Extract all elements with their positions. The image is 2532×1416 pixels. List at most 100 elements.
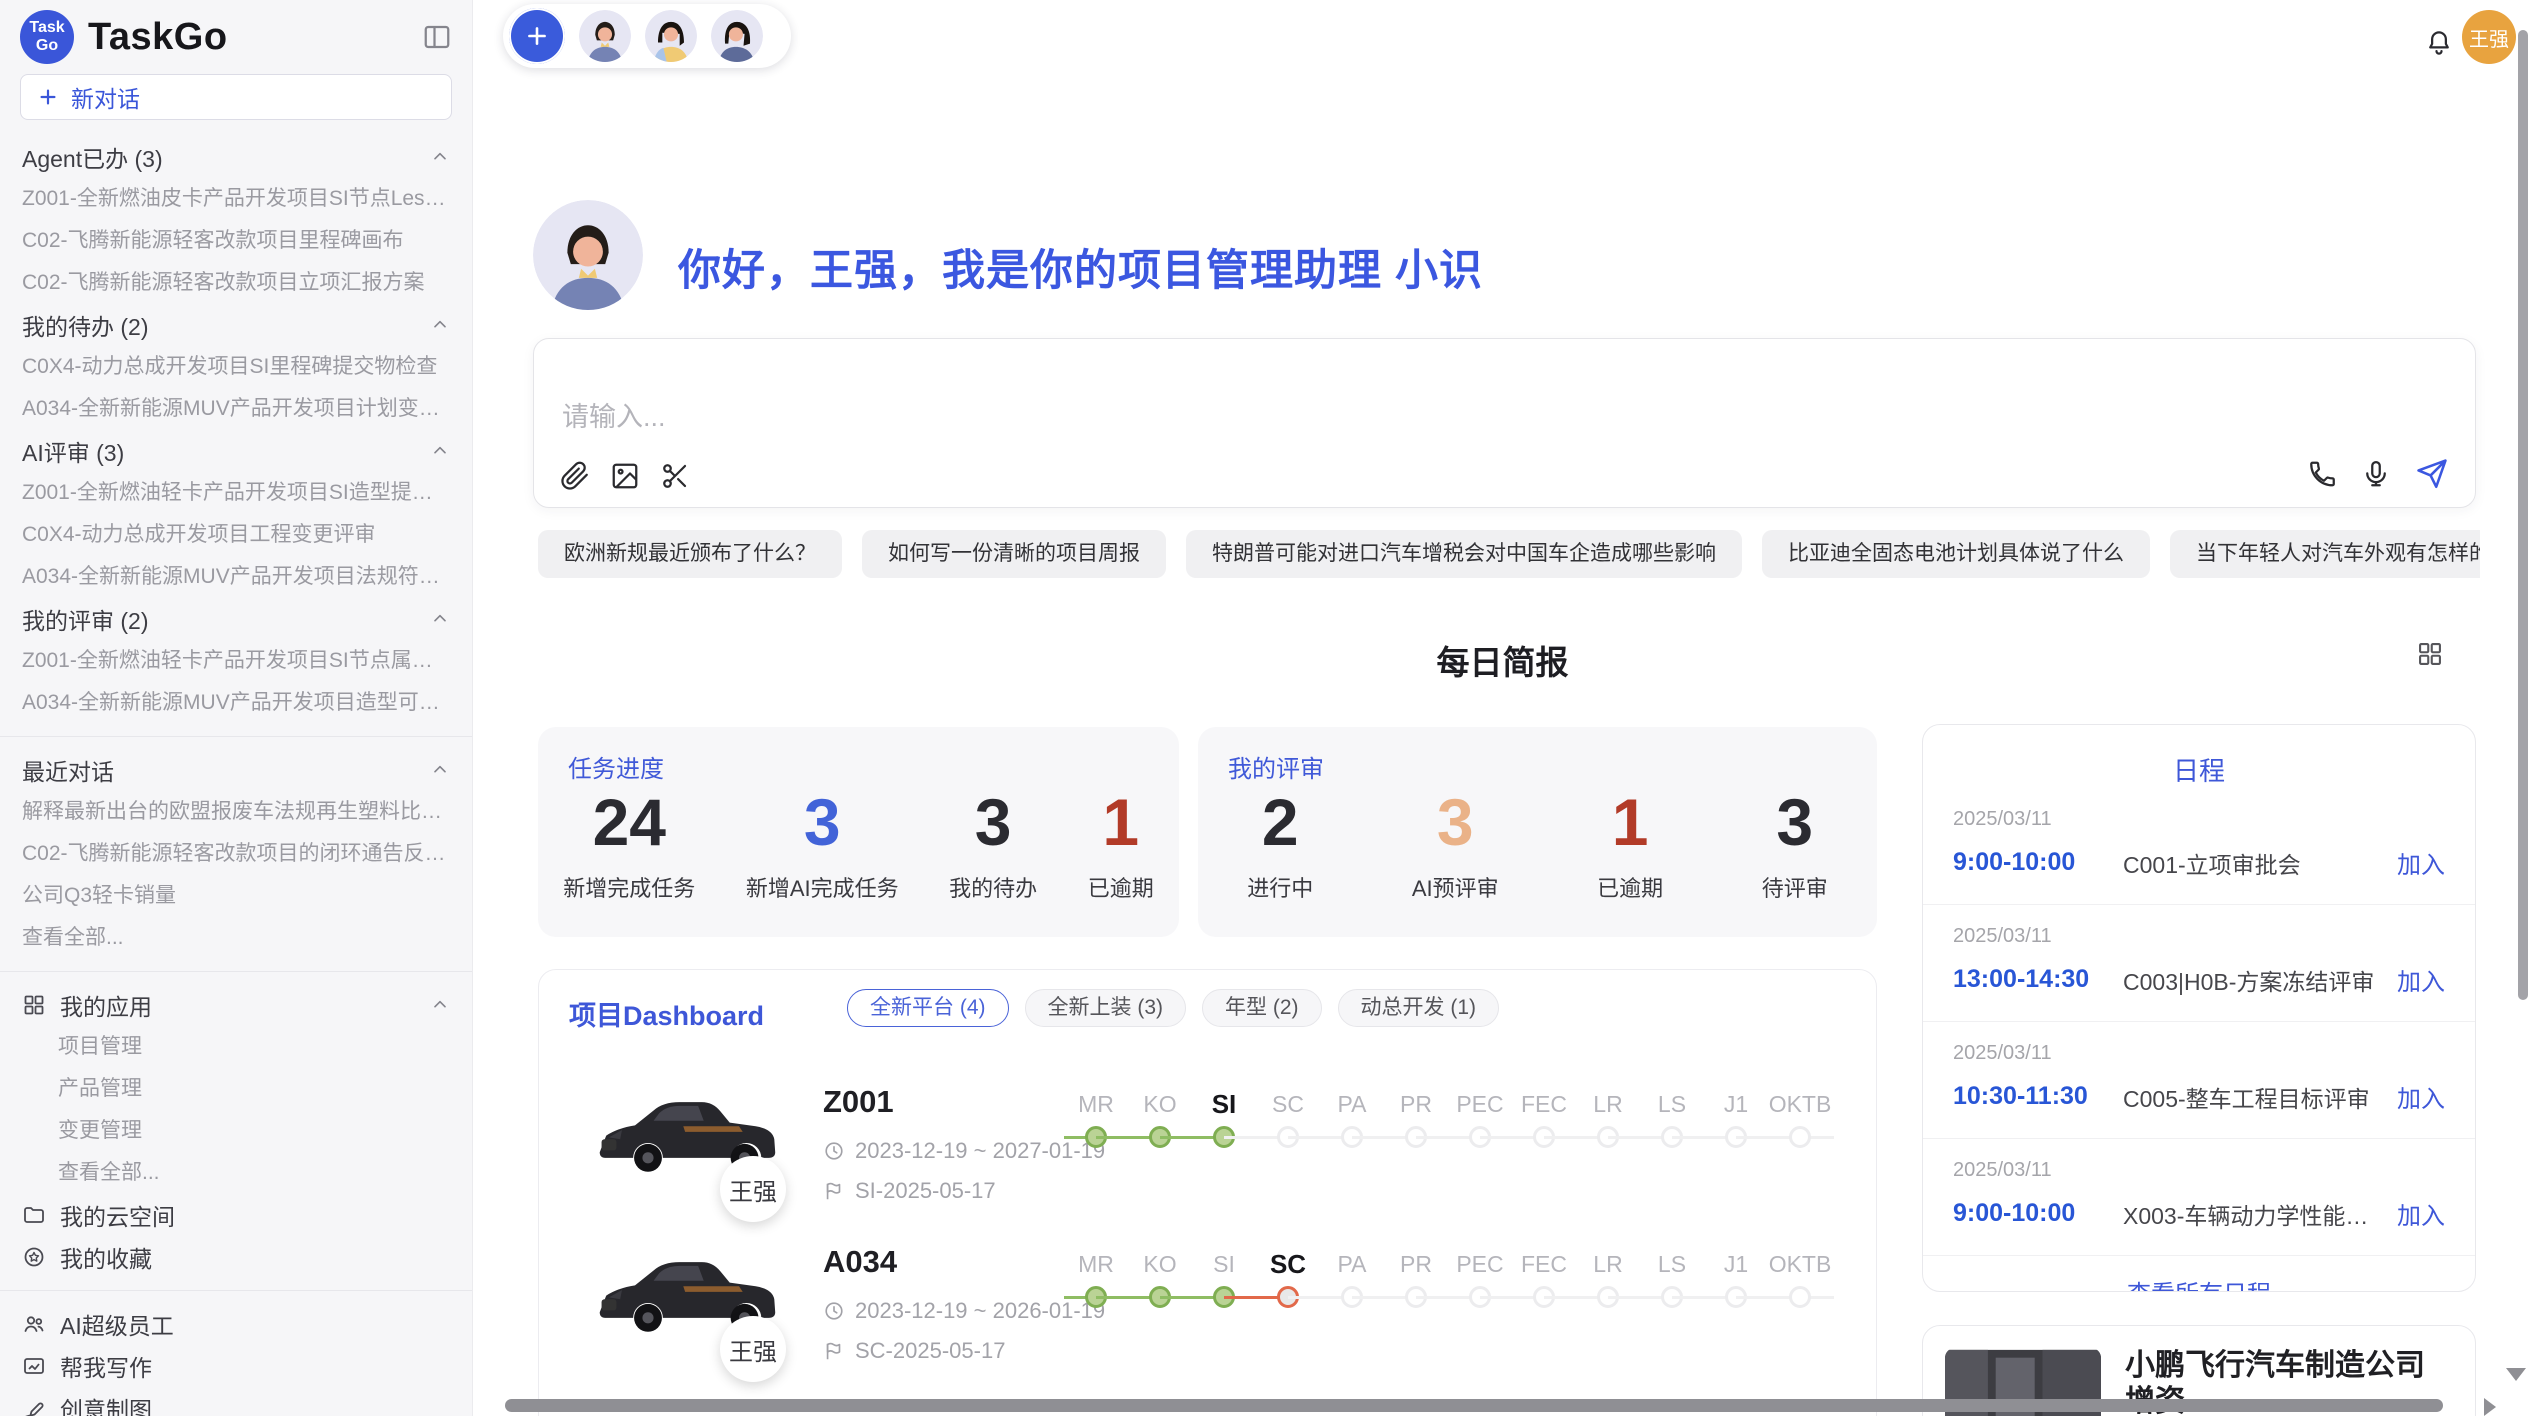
section-recent-chats[interactable]: 最近对话 xyxy=(0,749,472,791)
stat: 3AI预评审 xyxy=(1412,789,1499,903)
chevron-up-icon[interactable] xyxy=(430,147,450,167)
clock-icon xyxy=(823,1300,845,1322)
attachment-icon[interactable] xyxy=(560,461,590,491)
list-item[interactable]: Z001-全新燃油皮卡产品开发项目SI节点Lesson Learn报告 xyxy=(0,178,472,220)
voice-call-icon[interactable] xyxy=(2307,459,2337,489)
list-item[interactable]: A034-全新新能源MUV产品开发项目计划变更表编写 xyxy=(0,388,472,430)
section-ai-review[interactable]: AI评审 (3) xyxy=(0,430,472,472)
tab-year-model[interactable]: 年型 (2) xyxy=(1202,989,1322,1027)
divider xyxy=(0,1290,472,1291)
list-item[interactable]: C0X4-动力总成开发项目SI里程碑提交物检查 xyxy=(0,346,472,388)
sidebar-item-creative-draw[interactable]: 创意制图 xyxy=(0,1387,472,1416)
image-upload-icon[interactable] xyxy=(610,461,640,491)
section-my-todo[interactable]: 我的待办 (2) xyxy=(0,304,472,346)
people-icon xyxy=(22,1312,46,1336)
join-button[interactable]: 加入 xyxy=(2397,962,2445,997)
section-my-review[interactable]: 我的评审 (2) xyxy=(0,598,472,640)
section-label: 我的评审 (2) xyxy=(22,602,430,636)
divider xyxy=(0,971,472,972)
assistant-avatar[interactable] xyxy=(579,10,631,62)
horizontal-scrollbar[interactable] xyxy=(505,1399,2443,1412)
assistant-avatar[interactable] xyxy=(711,10,763,62)
sidebar: Task Go TaskGo 新对话 Agent已办 (3) Z001-全新燃油… xyxy=(0,0,473,1416)
section-my-apps[interactable]: 我的应用 xyxy=(0,984,472,1026)
scroll-down-arrow[interactable] xyxy=(2506,1368,2526,1381)
milestone-j1: J1 xyxy=(1704,1088,1768,1160)
chevron-up-icon[interactable] xyxy=(430,760,450,780)
section-agent-done[interactable]: Agent已办 (3) xyxy=(0,136,472,178)
suggestion-chip[interactable]: 特朗普可能对进口汽车增税会对中国车企造成哪些影响 xyxy=(1186,530,1742,578)
section-label: AI评审 (3) xyxy=(22,434,430,468)
send-icon[interactable] xyxy=(2415,457,2449,491)
tab-new-body[interactable]: 全新上装 (3) xyxy=(1025,989,1187,1027)
collapse-sidebar-icon[interactable] xyxy=(422,22,452,52)
suggestion-chip[interactable]: 当下年轻人对汽车外观有怎样的喜好趋势 xyxy=(2170,530,2480,578)
view-all-schedule-link[interactable]: 查看所有日程 xyxy=(1923,1256,2475,1292)
add-assistant-button[interactable] xyxy=(509,8,565,64)
view-all-link[interactable]: 查看全部... xyxy=(0,917,472,959)
app-item[interactable]: 变更管理 xyxy=(0,1110,472,1152)
app-item[interactable]: 产品管理 xyxy=(0,1068,472,1110)
stat: 1已逾期 xyxy=(1597,789,1663,903)
join-button[interactable]: 加入 xyxy=(2397,845,2445,880)
assistant-profile-avatar xyxy=(533,200,643,310)
layout-grid-icon[interactable] xyxy=(2416,640,2444,668)
list-item[interactable]: 公司Q3轻卡销量 xyxy=(0,875,472,917)
view-all-link[interactable]: 查看全部... xyxy=(0,1152,472,1194)
suggestion-chip[interactable]: 比亚迪全固态电池计划具体说了什么 xyxy=(1762,530,2150,578)
list-item[interactable]: 解释最新出台的欧盟报废车法规再生塑料比例被调至15%... xyxy=(0,791,472,833)
chat-input[interactable]: 请输入... xyxy=(562,395,666,434)
sidebar-item-cloud[interactable]: 我的云空间 xyxy=(0,1194,472,1236)
schedule-date: 2025/03/11 xyxy=(1953,808,2445,831)
suggestion-chip[interactable]: 如何写一份清晰的项目周报 xyxy=(862,530,1166,578)
scroll-right-arrow[interactable] xyxy=(2484,1398,2496,1416)
section-label: 最近对话 xyxy=(22,753,430,787)
list-item[interactable]: A034-全新新能源MUV产品开发项目法规符合性评审 xyxy=(0,556,472,598)
vertical-scrollbar[interactable] xyxy=(2518,30,2528,1000)
chevron-up-icon[interactable] xyxy=(430,609,450,629)
card-title: 我的评审 xyxy=(1228,749,1324,784)
join-button[interactable]: 加入 xyxy=(2397,1079,2445,1114)
chevron-up-icon[interactable] xyxy=(430,315,450,335)
chevron-up-icon[interactable] xyxy=(430,441,450,461)
user-avatar[interactable]: 王强 xyxy=(2462,10,2516,64)
screenshot-scissors-icon[interactable] xyxy=(660,461,690,491)
project-row[interactable]: 王强 A034 2023-12-19 ~ 2026-01-19 SC-2025-… xyxy=(539,1230,1876,1390)
notification-bell-icon[interactable] xyxy=(2424,28,2454,58)
card-title: 任务进度 xyxy=(568,749,664,784)
item-label: AI超级员工 xyxy=(60,1307,450,1341)
list-item[interactable]: C02-飞腾新能源轻客改款项目里程碑画布 xyxy=(0,220,472,262)
milestone-fec: FEC xyxy=(1512,1248,1576,1320)
milestone-mr: MR xyxy=(1064,1088,1128,1160)
suggestion-chips: 欧洲新规最近颁布了什么？ 如何写一份清晰的项目周报 特朗普可能对进口汽车增税会对… xyxy=(538,530,2480,578)
new-chat-button[interactable]: 新对话 xyxy=(20,74,452,120)
list-item[interactable]: Z001-全新燃油轻卡产品开发项目SI造型提交物评审 xyxy=(0,472,472,514)
project-dates: 2023-12-19 ~ 2026-01-19 xyxy=(823,1298,1105,1324)
microphone-icon[interactable] xyxy=(2361,459,2391,489)
list-item[interactable]: C02-飞腾新能源轻客改款项目的闭环通告反馈情况 xyxy=(0,833,472,875)
tab-all-new-platform[interactable]: 全新平台 (4) xyxy=(847,989,1009,1027)
list-item[interactable]: C0X4-动力总成开发项目工程变更评审 xyxy=(0,514,472,556)
sidebar-item-ai-staff[interactable]: AI超级员工 xyxy=(0,1303,472,1345)
list-item[interactable]: Z001-全新燃油轻卡产品开发项目SI节点属性5D文件评审 xyxy=(0,640,472,682)
assistant-avatar[interactable] xyxy=(645,10,697,62)
list-item[interactable]: C02-飞腾新能源轻客改款项目立项汇报方案 xyxy=(0,262,472,304)
join-button[interactable]: 加入 xyxy=(2397,1196,2445,1231)
project-row[interactable]: 王强 Z001 2023-12-19 ~ 2027-01-19 SI-2025-… xyxy=(539,1070,1876,1230)
app-logo: Task Go xyxy=(20,10,74,64)
list-item[interactable]: A034-全新新能源MUV产品开发项目造型可行性评审 xyxy=(0,682,472,724)
schedule-time: 9:00-10:00 xyxy=(1953,848,2123,877)
schedule-time: 13:00-14:30 xyxy=(1953,965,2123,994)
app-item[interactable]: 项目管理 xyxy=(0,1026,472,1068)
chevron-up-icon[interactable] xyxy=(430,995,450,1015)
schedule-time: 9:00-10:00 xyxy=(1953,1199,2123,1228)
section-label: Agent已办 (3) xyxy=(22,140,430,174)
sidebar-item-favorites[interactable]: 我的收藏 xyxy=(0,1236,472,1278)
apps-grid-icon xyxy=(22,993,46,1017)
tab-powertrain[interactable]: 动总开发 (1) xyxy=(1338,989,1500,1027)
sidebar-item-write-helper[interactable]: 帮我写作 xyxy=(0,1345,472,1387)
suggestion-chip[interactable]: 欧洲新规最近颁布了什么？ xyxy=(538,530,842,578)
project-flag-date: SC-2025-05-17 xyxy=(823,1338,1005,1364)
dashboard-tabs: 全新平台 (4) 全新上装 (3) 年型 (2) 动总开发 (1) xyxy=(847,989,1499,1027)
milestone-sc: SC xyxy=(1256,1248,1320,1320)
